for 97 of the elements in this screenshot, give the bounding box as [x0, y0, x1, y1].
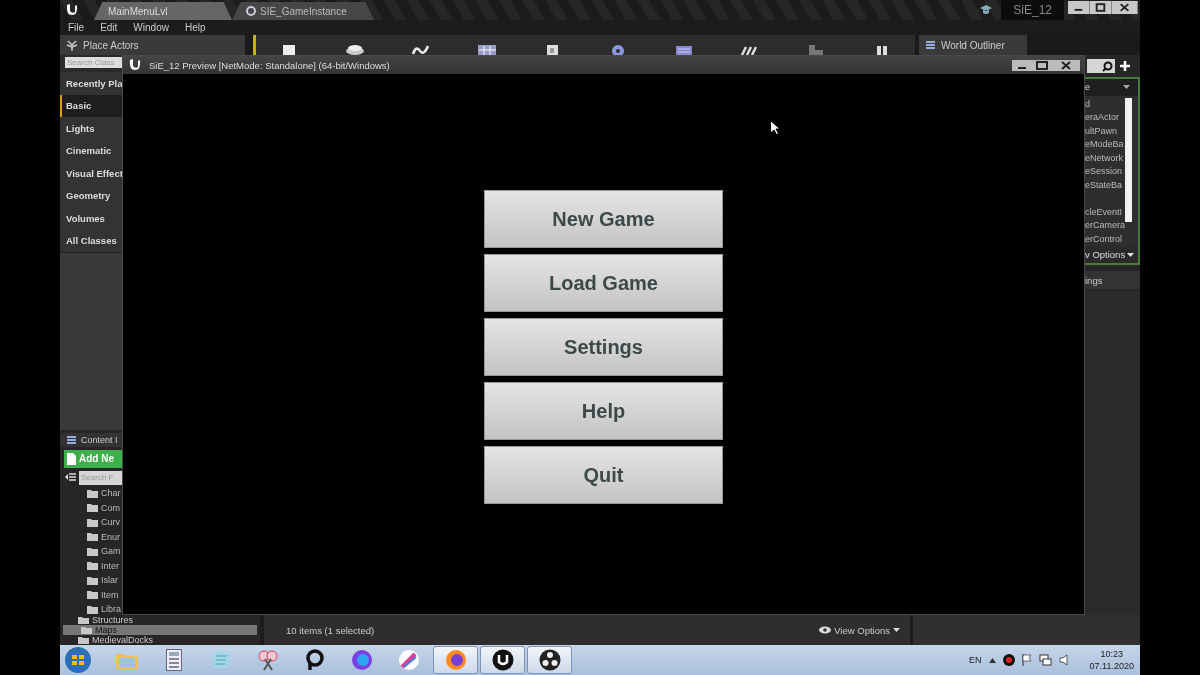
flag-icon[interactable]	[1021, 654, 1032, 666]
outliner-item[interactable]: cleEventI	[1085, 205, 1125, 220]
grid-icon[interactable]	[475, 43, 498, 55]
folder-name[interactable]: Islar	[101, 575, 118, 586]
outliner-item[interactable]: d	[1085, 97, 1125, 112]
outliner-item[interactable]: ultPawn	[1085, 124, 1125, 139]
category-item[interactable]: Geometry	[60, 184, 122, 207]
view-options-button[interactable]: v Options	[1085, 246, 1138, 263]
view-options-button[interactable]: View Options	[819, 624, 900, 636]
outliner-item[interactable]: eModeBa	[1085, 138, 1125, 152]
folder-name[interactable]: Curv	[101, 517, 120, 528]
column-header: e	[1085, 82, 1090, 93]
list-icon	[925, 39, 936, 51]
category-item[interactable]: Volumes	[60, 207, 122, 230]
outliner-item[interactable]: eraActor	[1085, 111, 1125, 125]
scissors-icon	[256, 649, 279, 671]
folder-icon	[87, 590, 98, 600]
folder-name[interactable]: Item	[101, 589, 119, 600]
eye-icon	[819, 626, 832, 634]
ring-icon	[304, 649, 325, 671]
folder-icon	[87, 532, 98, 542]
brush-icon	[397, 649, 420, 671]
menu-button[interactable]: Help	[484, 382, 723, 440]
folder-icon	[87, 488, 98, 498]
menu-button[interactable]: Quit	[484, 446, 723, 504]
caret-up-icon[interactable]	[988, 657, 996, 663]
folder-item[interactable]: Structures	[60, 615, 260, 625]
outliner-item[interactable]: eStateBa	[1085, 178, 1125, 193]
aperture-icon	[538, 649, 561, 671]
speaker-icon[interactable]	[1058, 654, 1071, 666]
folder-item[interactable]: MedievalDocks	[60, 635, 260, 645]
menu-item[interactable]: Help	[184, 22, 206, 33]
category-item[interactable]: Basic	[60, 94, 122, 117]
globe-icon	[444, 649, 467, 671]
graduation-cap-icon	[979, 4, 994, 16]
category-item[interactable]: Recently Pla	[60, 72, 122, 95]
folder-icon	[87, 561, 98, 571]
editor-tab[interactable]: SIE_GameInstance	[232, 2, 374, 20]
world-outliner-tab[interactable]: World Outliner	[919, 35, 1027, 55]
menu-button[interactable]: New Game	[484, 190, 723, 248]
folder-name[interactable]: Inter	[101, 560, 119, 571]
place-actors-tab[interactable]: Place Actors	[60, 35, 245, 55]
menu-button[interactable]: Load Game	[484, 254, 723, 312]
menu-item[interactable]: Edit	[100, 22, 118, 33]
folder-name[interactable]: Libra	[101, 604, 121, 615]
scrollbar[interactable]	[1125, 97, 1132, 222]
project-name: SiE_12	[1001, 0, 1064, 20]
folder-icon	[87, 503, 98, 513]
folder-icon	[87, 575, 98, 585]
folder-icon	[87, 546, 98, 556]
folder-icon	[87, 517, 98, 527]
emblem-icon	[491, 649, 514, 671]
notepad-icon	[209, 650, 232, 670]
taskbar-app[interactable]	[527, 646, 572, 674]
folder-icon	[81, 626, 92, 634]
taskbar-app[interactable]	[480, 646, 525, 674]
logo-icon	[127, 57, 143, 73]
outliner-item[interactable]: erCamera	[1085, 219, 1125, 233]
folder-name[interactable]: Gam	[101, 546, 121, 557]
language-indicator[interactable]: EN	[969, 655, 982, 665]
outliner-item[interactable]: eSession	[1085, 165, 1125, 179]
folder-name[interactable]: Enur	[101, 531, 120, 542]
folder-name[interactable]: Com	[101, 502, 120, 513]
date: 07.11.2020	[1089, 660, 1134, 672]
caret-icon	[893, 628, 900, 632]
caret-icon[interactable]	[1123, 85, 1130, 90]
menu-item[interactable]: Window	[133, 22, 169, 33]
menu-button[interactable]: Settings	[484, 318, 723, 376]
item-count: 10 items (1 selected)	[286, 624, 375, 636]
category-item[interactable]: Visual Effect	[60, 162, 122, 185]
folder-name[interactable]: Char	[101, 488, 121, 499]
category-item[interactable]: Lights	[60, 117, 122, 140]
network-icon[interactable]	[1038, 654, 1052, 666]
logo-icon	[64, 2, 80, 18]
filter-list-icon[interactable]	[64, 472, 76, 484]
calculator-icon	[165, 649, 182, 671]
cursor-icon	[770, 120, 780, 135]
globe-icon	[350, 649, 373, 671]
clock[interactable]: 10:23 07.11.2020	[1089, 648, 1134, 672]
circle-icon[interactable]	[1002, 654, 1015, 666]
add-icon[interactable]	[1119, 60, 1131, 72]
outliner-item[interactable]: eNetwork	[1085, 151, 1125, 166]
category-item[interactable]: All Classes	[60, 229, 122, 252]
time: 10:23	[1100, 648, 1124, 660]
window-title: SiE_12 Preview [NetMode: Standalone] (64-bit/Windows)	[149, 59, 390, 71]
search-field[interactable]	[1087, 59, 1115, 73]
editor-tab[interactable]: MainMenuLvl	[94, 2, 232, 20]
caret-icon	[1127, 252, 1135, 257]
outliner-item[interactable]: erControl	[1085, 232, 1125, 247]
category-item[interactable]: Cinematic	[60, 139, 122, 162]
curve-icon[interactable]	[409, 43, 432, 55]
circle-icon	[246, 6, 256, 16]
search-icon	[1102, 60, 1113, 72]
folder-item[interactable]: Maps	[63, 625, 257, 635]
list-icon	[66, 434, 77, 446]
start-orb-icon[interactable]	[64, 646, 92, 674]
menu-item[interactable]: File	[68, 22, 85, 33]
